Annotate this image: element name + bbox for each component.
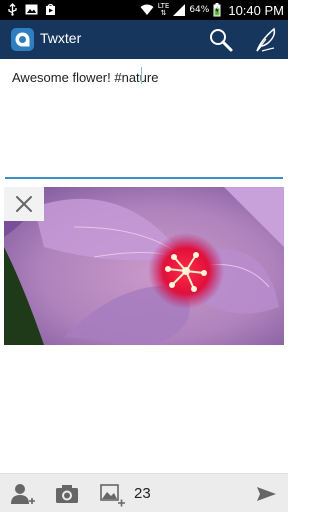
app-title: Twxter — [40, 30, 82, 46]
character-count: 23 — [134, 485, 151, 502]
camera-icon[interactable] — [53, 480, 81, 508]
notification-icons — [6, 3, 57, 16]
tweet-text-field[interactable]: Awesome flower! #nature — [5, 59, 283, 179]
status-indicators: LTE ⇅ 64% 10:40 PM — [140, 2, 284, 18]
app-bar: Twxter — [0, 20, 288, 59]
data-arrows-icon: ⇅ — [160, 9, 167, 17]
status-bar: LTE ⇅ 64% 10:40 PM — [0, 0, 288, 20]
bottom-toolbar: 23 — [0, 473, 288, 512]
signal-icon — [173, 4, 186, 16]
flower-image — [4, 187, 284, 345]
app-logo-icon — [11, 28, 34, 51]
usb-icon — [8, 3, 17, 16]
tweet-text[interactable]: Awesome flower! #nature — [12, 70, 158, 85]
send-icon[interactable] — [252, 480, 280, 508]
battery-percent: 64% — [189, 5, 210, 15]
clock: 10:40 PM — [228, 2, 284, 18]
add-image-icon[interactable] — [98, 480, 126, 508]
battery-icon — [213, 3, 221, 17]
text-cursor — [141, 67, 142, 84]
play-store-icon — [46, 3, 55, 15]
remove-photo-button[interactable] — [4, 187, 44, 221]
attached-photo — [4, 187, 284, 345]
network-indicator: LTE ⇅ — [158, 3, 170, 17]
close-icon[interactable] — [4, 187, 44, 221]
add-user-icon[interactable] — [8, 480, 36, 508]
search-icon[interactable] — [207, 26, 235, 54]
image-notification-icon — [25, 4, 38, 15]
feather-compose-icon[interactable] — [252, 26, 280, 54]
wifi-icon — [140, 4, 154, 15]
